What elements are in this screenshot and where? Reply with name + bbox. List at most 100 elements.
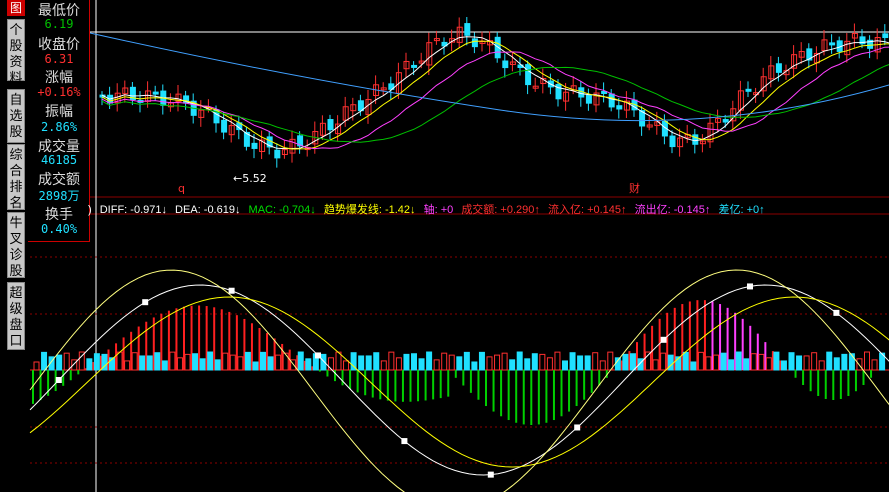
- fund-flow-bar: [524, 358, 531, 371]
- candle-body: [464, 23, 471, 36]
- macd-histogram-bar: [326, 370, 329, 377]
- fund-flow-bar: [207, 351, 214, 371]
- fund-flow-bar: [426, 351, 433, 371]
- macd-histogram-bar: [394, 370, 397, 402]
- fund-flow-bar: [690, 361, 697, 371]
- fund-flow-bar: [494, 354, 501, 371]
- fund-flow-bar: [403, 353, 410, 371]
- low-price-marker: ←5.52: [233, 172, 267, 185]
- diagnosis-button[interactable]: 牛叉诊股: [7, 212, 25, 279]
- macd-histogram-bar: [537, 370, 540, 425]
- stock-profile-label: 个股资料: [9, 23, 23, 86]
- candle-body: [616, 105, 623, 110]
- fund-flow-bar: [562, 360, 568, 371]
- fund-flow-bar: [811, 352, 818, 371]
- candle-body: [411, 64, 418, 68]
- candle-body: [775, 63, 782, 73]
- fund-flow-bar: [818, 360, 825, 371]
- indicator-legend: ) DIFF: -0.971↓ DEA: -0.619↓ MAC: -0.704…: [88, 201, 770, 217]
- watchlist-button[interactable]: 自选股: [7, 89, 25, 143]
- fund-flow-bar: [614, 357, 621, 371]
- ranking-button[interactable]: 综合排名: [7, 144, 25, 211]
- fund-flow-bar: [531, 353, 538, 371]
- fund-flow-bar: [509, 359, 516, 371]
- turnover-rate-value: 0.40%: [40, 222, 78, 236]
- stock-chart[interactable]: ←5.52 q 财: [0, 0, 889, 492]
- close-price-value: 6.31: [44, 52, 74, 66]
- fund-flow-bar: [682, 351, 689, 371]
- fund-flow-bar: [539, 353, 546, 371]
- macd-histogram-bar: [515, 370, 518, 423]
- signal-marker: [487, 471, 494, 478]
- fund-flow-bar: [697, 351, 704, 371]
- macd-histogram-bar: [341, 370, 344, 386]
- macd-histogram-bar: [379, 370, 382, 400]
- fund-flow-bar: [86, 358, 93, 371]
- event-marker: q: [178, 182, 185, 195]
- fund-flow-bar: [214, 359, 221, 371]
- turnover-amount-value: 2898万: [38, 189, 80, 203]
- fund-flow-bar: [154, 352, 161, 371]
- fund-flow-bar: [758, 353, 765, 371]
- diagnosis-label: 牛叉诊股: [9, 216, 23, 279]
- turnover-rate-label: 换手: [45, 207, 73, 223]
- fund-flow-bar: [343, 360, 350, 371]
- fund-flow-bar: [395, 357, 402, 371]
- fund-flow-bar: [501, 352, 508, 371]
- fund-flow-bar: [131, 352, 138, 371]
- fund-flow-bar: [788, 352, 795, 371]
- macd-histogram-bar: [462, 370, 465, 386]
- fund-flow-bar: [577, 355, 584, 371]
- order-book-button[interactable]: 超级盘口: [7, 282, 25, 350]
- fund-flow-bar: [765, 357, 772, 371]
- fund-flow-bar: [116, 351, 123, 371]
- fund-flow-bar: [728, 359, 735, 371]
- fund-flow-bar: [864, 351, 870, 371]
- fund-flow-bar: [826, 351, 833, 371]
- fund-flow-bar: [388, 351, 395, 371]
- candle-body: [585, 94, 592, 104]
- fund-flow-bar: [139, 355, 146, 371]
- macd-histogram-bar: [424, 370, 427, 401]
- macd-histogram-bar: [62, 370, 65, 386]
- macd-histogram-bar: [522, 370, 525, 425]
- turnover-amount-label: 成交额: [38, 172, 80, 188]
- macd-histogram-bar: [854, 370, 857, 392]
- fund-flow-bar: [418, 358, 425, 371]
- event-marker: 财: [629, 181, 640, 195]
- fund-flow-bar: [743, 358, 750, 371]
- macd-histogram-bar: [809, 370, 812, 392]
- stock-profile-button[interactable]: 个股资料: [7, 19, 25, 86]
- close-price-label: 收盘价: [38, 37, 80, 53]
- macd-histogram-bar: [454, 370, 457, 378]
- signal-marker: [574, 424, 581, 431]
- fund-flow-bar: [161, 360, 168, 371]
- legend-trend-line: 趋势爆发线: -1.42↓: [323, 204, 416, 216]
- macd-histogram-bar: [69, 370, 72, 381]
- macd-histogram-bar: [364, 370, 367, 396]
- chart-mode-icon[interactable]: 图: [7, 0, 25, 16]
- legend-dea: DEA: -0.619↓: [175, 204, 241, 216]
- legend-mac: MAC: -0.704↓: [248, 204, 316, 216]
- fund-flow-bar: [796, 355, 803, 371]
- macd-histogram-bar: [583, 370, 586, 400]
- fund-flow-bar: [705, 356, 712, 371]
- fund-flow-bar: [358, 355, 365, 371]
- fund-flow-bar: [176, 357, 183, 371]
- watchlist-label: 自选股: [9, 93, 23, 140]
- macd-histogram-bar: [832, 370, 835, 400]
- macd-histogram-bar: [560, 370, 563, 417]
- fund-flow-bar: [33, 361, 40, 371]
- macd-histogram-bar: [598, 370, 601, 386]
- macd-histogram-bar: [500, 370, 503, 417]
- fund-flow-bar: [252, 361, 259, 371]
- fund-flow-bar: [229, 354, 236, 371]
- fund-flow-bar: [433, 359, 440, 371]
- macd-histogram-bar: [802, 370, 805, 385]
- macd-histogram-bar: [432, 370, 435, 400]
- legend-axis: 轴: +0: [423, 204, 454, 216]
- fund-flow-bar: [448, 354, 455, 371]
- fund-flow-bar: [584, 355, 591, 371]
- signal-marker: [833, 309, 840, 316]
- fund-flow-bar: [297, 351, 304, 371]
